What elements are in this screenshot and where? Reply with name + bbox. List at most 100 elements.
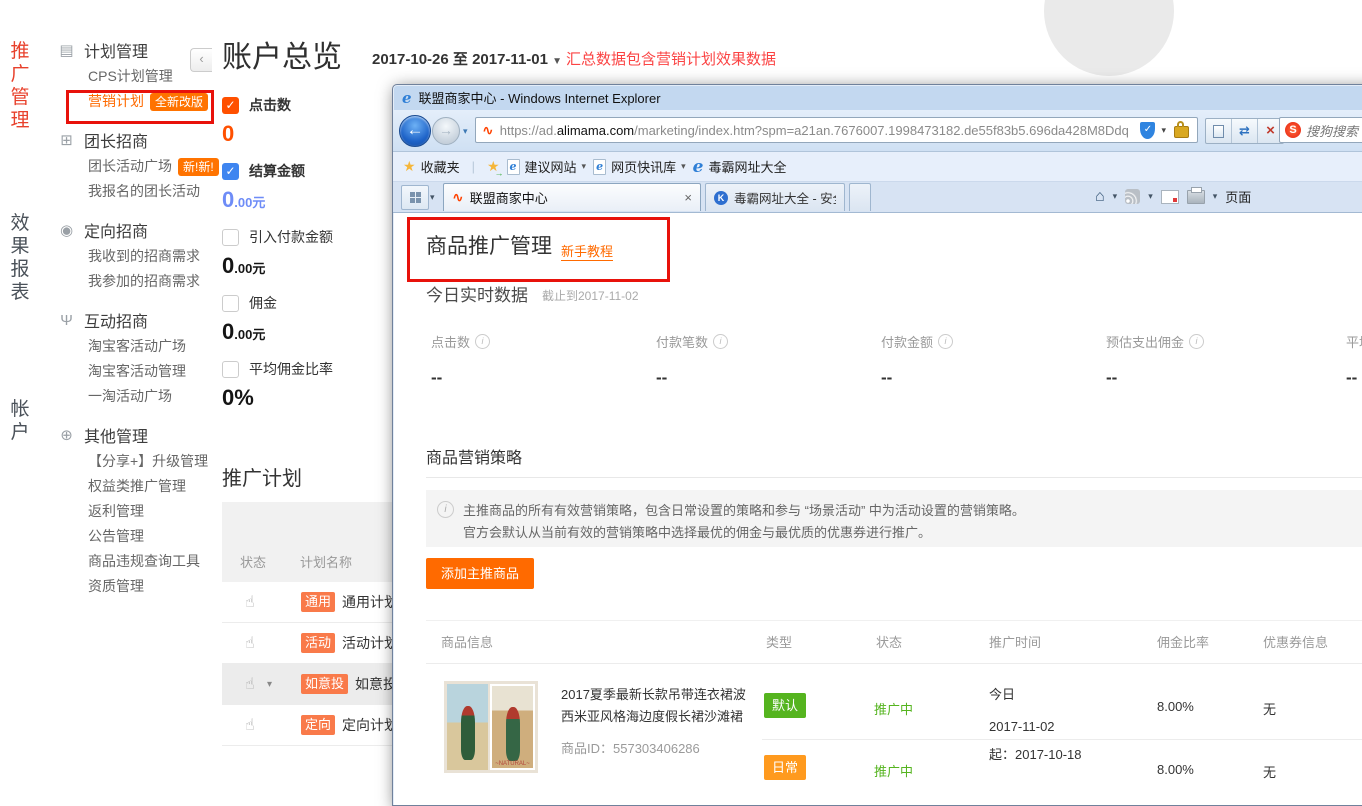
- sidebar-item-rights-promo-management[interactable]: 权益类推广管理: [88, 474, 213, 499]
- plan-name[interactable]: 定向计划: [342, 715, 398, 735]
- chevron-down-icon[interactable]: ▾: [267, 679, 281, 690]
- product-title-line1[interactable]: 2017夏季最新长款吊带连衣裙波: [561, 684, 746, 703]
- refresh-button[interactable]: ⇄: [1232, 119, 1258, 143]
- web-slices-button[interactable]: e 网页快讯库 ▾: [593, 157, 686, 176]
- grid-icon: ⊞: [58, 131, 75, 149]
- sidebar-item-received-demands[interactable]: 我收到的招商需求: [88, 244, 213, 269]
- stat-clicks-value: 0: [222, 121, 397, 147]
- tutorial-link[interactable]: 新手教程: [561, 241, 613, 261]
- column-promo-time: 推广时间: [989, 632, 1041, 651]
- sidebar-item-taobaoke-management[interactable]: 淘宝客活动管理: [88, 359, 213, 384]
- plan-name[interactable]: 通用计划: [342, 592, 398, 612]
- stat-settlement-checkbox-row[interactable]: ✓ 结算金额: [222, 160, 397, 182]
- strategy-commission-rate: 8.00%: [1157, 762, 1194, 777]
- thumb-up-icon[interactable]: ☝: [245, 592, 267, 612]
- checkbox-checked-icon[interactable]: ✓: [222, 163, 239, 180]
- plan-type-badge: 如意投: [301, 674, 348, 694]
- add-favorite-icon[interactable]: ★: [487, 158, 500, 175]
- forward-button[interactable]: →: [432, 117, 460, 145]
- close-tab-icon[interactable]: ×: [684, 190, 692, 205]
- sidebar-item-share-plus-upgrade[interactable]: 【分享+】升级管理: [88, 449, 213, 474]
- sidebar-item-my-leader-activities[interactable]: 我报名的团长活动: [88, 179, 213, 204]
- stat-intro-payment-value: 0.00元: [222, 253, 397, 279]
- info-icon[interactable]: i: [475, 334, 490, 349]
- plans-section-title: 推广计划: [222, 462, 302, 491]
- product-photo-right: ~NATURAL~: [490, 684, 535, 770]
- chevron-down-icon[interactable]: ▾: [1113, 191, 1118, 202]
- stat-avg-rate-checkbox-row[interactable]: 平均佣金比率: [222, 358, 397, 380]
- info-icon[interactable]: i: [713, 334, 728, 349]
- plan-type-badge: 通用: [301, 592, 335, 612]
- suggested-sites-button[interactable]: e 建议网站 ▾: [507, 157, 587, 176]
- sidebar-item-leader-activity-plaza[interactable]: 团长活动广场 新!新!: [88, 154, 213, 179]
- ie-tab-bar: ▾ ∿ 联盟商家中心 × K 毒霸网址大全 - 安全实用... ⌂ ▾ ▾ ▾ …: [393, 182, 1362, 213]
- sidebar-item-violation-query-tool[interactable]: 商品违规查询工具: [88, 549, 213, 574]
- sidebar-item-leader-recruit[interactable]: ⊞ 团长招商: [58, 126, 213, 154]
- duba-favorite-button[interactable]: e 毒霸网址大全: [693, 157, 787, 177]
- rss-feed-icon[interactable]: [1125, 189, 1140, 204]
- stat-commission-value: 0.00元: [222, 319, 397, 345]
- favorites-button[interactable]: ★ 收藏夹: [403, 157, 460, 176]
- address-bar[interactable]: ∿ https://ad.alimama.com/marketing/index…: [475, 117, 1198, 143]
- thumb-up-icon[interactable]: ☝: [245, 674, 267, 694]
- plan-name[interactable]: 活动计划: [342, 633, 398, 653]
- product-image[interactable]: ~NATURAL~: [444, 681, 538, 773]
- url-text[interactable]: https://ad.alimama.com/marketing/index.h…: [500, 123, 1135, 138]
- mail-icon[interactable]: [1161, 190, 1179, 204]
- sidebar-item-marketing-plan[interactable]: 营销计划 全新改版: [88, 89, 213, 114]
- vnav-item-account[interactable]: 帐户: [9, 398, 31, 444]
- info-line-1: 主推商品的所有有效营销策略，包含日常设置的策略和参与 “场景活动” 中为活动设置…: [463, 500, 1025, 519]
- compatibility-view-button[interactable]: [1206, 119, 1232, 143]
- sidebar-item-interactive-recruit[interactable]: Ψ 互动招商: [58, 306, 213, 334]
- vnav-item-effect-reports[interactable]: 效果报表: [9, 212, 31, 304]
- sidebar-item-taobaoke-plaza[interactable]: 淘宝客活动广场: [88, 334, 213, 359]
- date-range-selector[interactable]: 2017-10-26 至 2017-11-01 ▼: [372, 48, 562, 69]
- quick-tabs-button[interactable]: [401, 185, 429, 210]
- thumb-up-icon[interactable]: ☝: [245, 715, 267, 735]
- new-tab-stub[interactable]: [849, 183, 871, 211]
- checkbox-unchecked-icon[interactable]: [222, 361, 239, 378]
- add-main-product-button[interactable]: 添加主推商品: [426, 558, 534, 589]
- column-plan-name: 计划名称: [300, 552, 352, 571]
- checkbox-unchecked-icon[interactable]: [222, 229, 239, 246]
- stat-avg-rate-value: 0%: [222, 385, 397, 411]
- sidebar-item-announcement-management[interactable]: 公告管理: [88, 524, 213, 549]
- vnav-item-promotion-management[interactable]: 推广管理: [9, 40, 31, 132]
- address-dropdown-icon[interactable]: ▾: [1161, 125, 1166, 136]
- print-icon[interactable]: [1187, 190, 1205, 204]
- strategy-status: 推广中: [874, 699, 913, 718]
- rt-stat-payment-value: --: [881, 368, 892, 388]
- sidebar-item-etao-plaza[interactable]: 一淘活动广场: [88, 384, 213, 409]
- plus-circle-icon: ⊕: [58, 426, 75, 444]
- stat-intro-payment-checkbox-row[interactable]: 引入付款金额: [222, 226, 397, 248]
- history-dropdown-icon[interactable]: ▾: [463, 126, 468, 137]
- chevron-down-icon[interactable]: ▾: [1213, 191, 1218, 202]
- info-icon[interactable]: i: [1189, 334, 1204, 349]
- search-box[interactable]: S 搜狗搜索: [1279, 117, 1362, 143]
- info-icon[interactable]: i: [938, 334, 953, 349]
- column-status: 状态: [240, 552, 266, 571]
- sidebar-collapse-button[interactable]: ‹: [190, 48, 212, 72]
- product-title-line2[interactable]: 西米亚风格海边度假长裙沙滩裙: [561, 706, 743, 725]
- security-shield-icon[interactable]: ✓: [1140, 122, 1155, 139]
- back-button[interactable]: ←: [399, 115, 431, 147]
- stat-commission-checkbox-row[interactable]: 佣金: [222, 292, 397, 314]
- ssl-lock-icon[interactable]: [1174, 126, 1189, 138]
- page-menu-button[interactable]: 页面: [1225, 187, 1251, 206]
- tab-union-merchant-center[interactable]: ∿ 联盟商家中心 ×: [443, 183, 701, 211]
- tab-duba-site[interactable]: K 毒霸网址大全 - 安全实用...: [705, 183, 845, 211]
- thumb-up-icon[interactable]: ☝: [245, 633, 267, 653]
- strategy-commission-rate: 8.00%: [1157, 699, 1194, 714]
- chevron-down-icon[interactable]: ▾: [1148, 191, 1153, 202]
- home-icon[interactable]: ⌂: [1095, 188, 1105, 206]
- sidebar-item-joined-demands[interactable]: 我参加的招商需求: [88, 269, 213, 294]
- checkbox-unchecked-icon[interactable]: [222, 295, 239, 312]
- stat-clicks-checkbox-row[interactable]: ✓ 点击数: [222, 94, 397, 116]
- sidebar-item-qualification-management[interactable]: 资质管理: [88, 574, 213, 599]
- sidebar-item-targeted-recruit[interactable]: ◉ 定向招商: [58, 216, 213, 244]
- checkbox-checked-icon[interactable]: ✓: [222, 97, 239, 114]
- sidebar-item-other-management[interactable]: ⊕ 其他管理: [58, 421, 213, 449]
- ie-title-bar[interactable]: e 联盟商家中心 - Windows Internet Explorer: [393, 85, 1362, 110]
- sidebar-item-rebate-management[interactable]: 返利管理: [88, 499, 213, 524]
- tab-list-dropdown-icon[interactable]: ▾: [430, 192, 435, 203]
